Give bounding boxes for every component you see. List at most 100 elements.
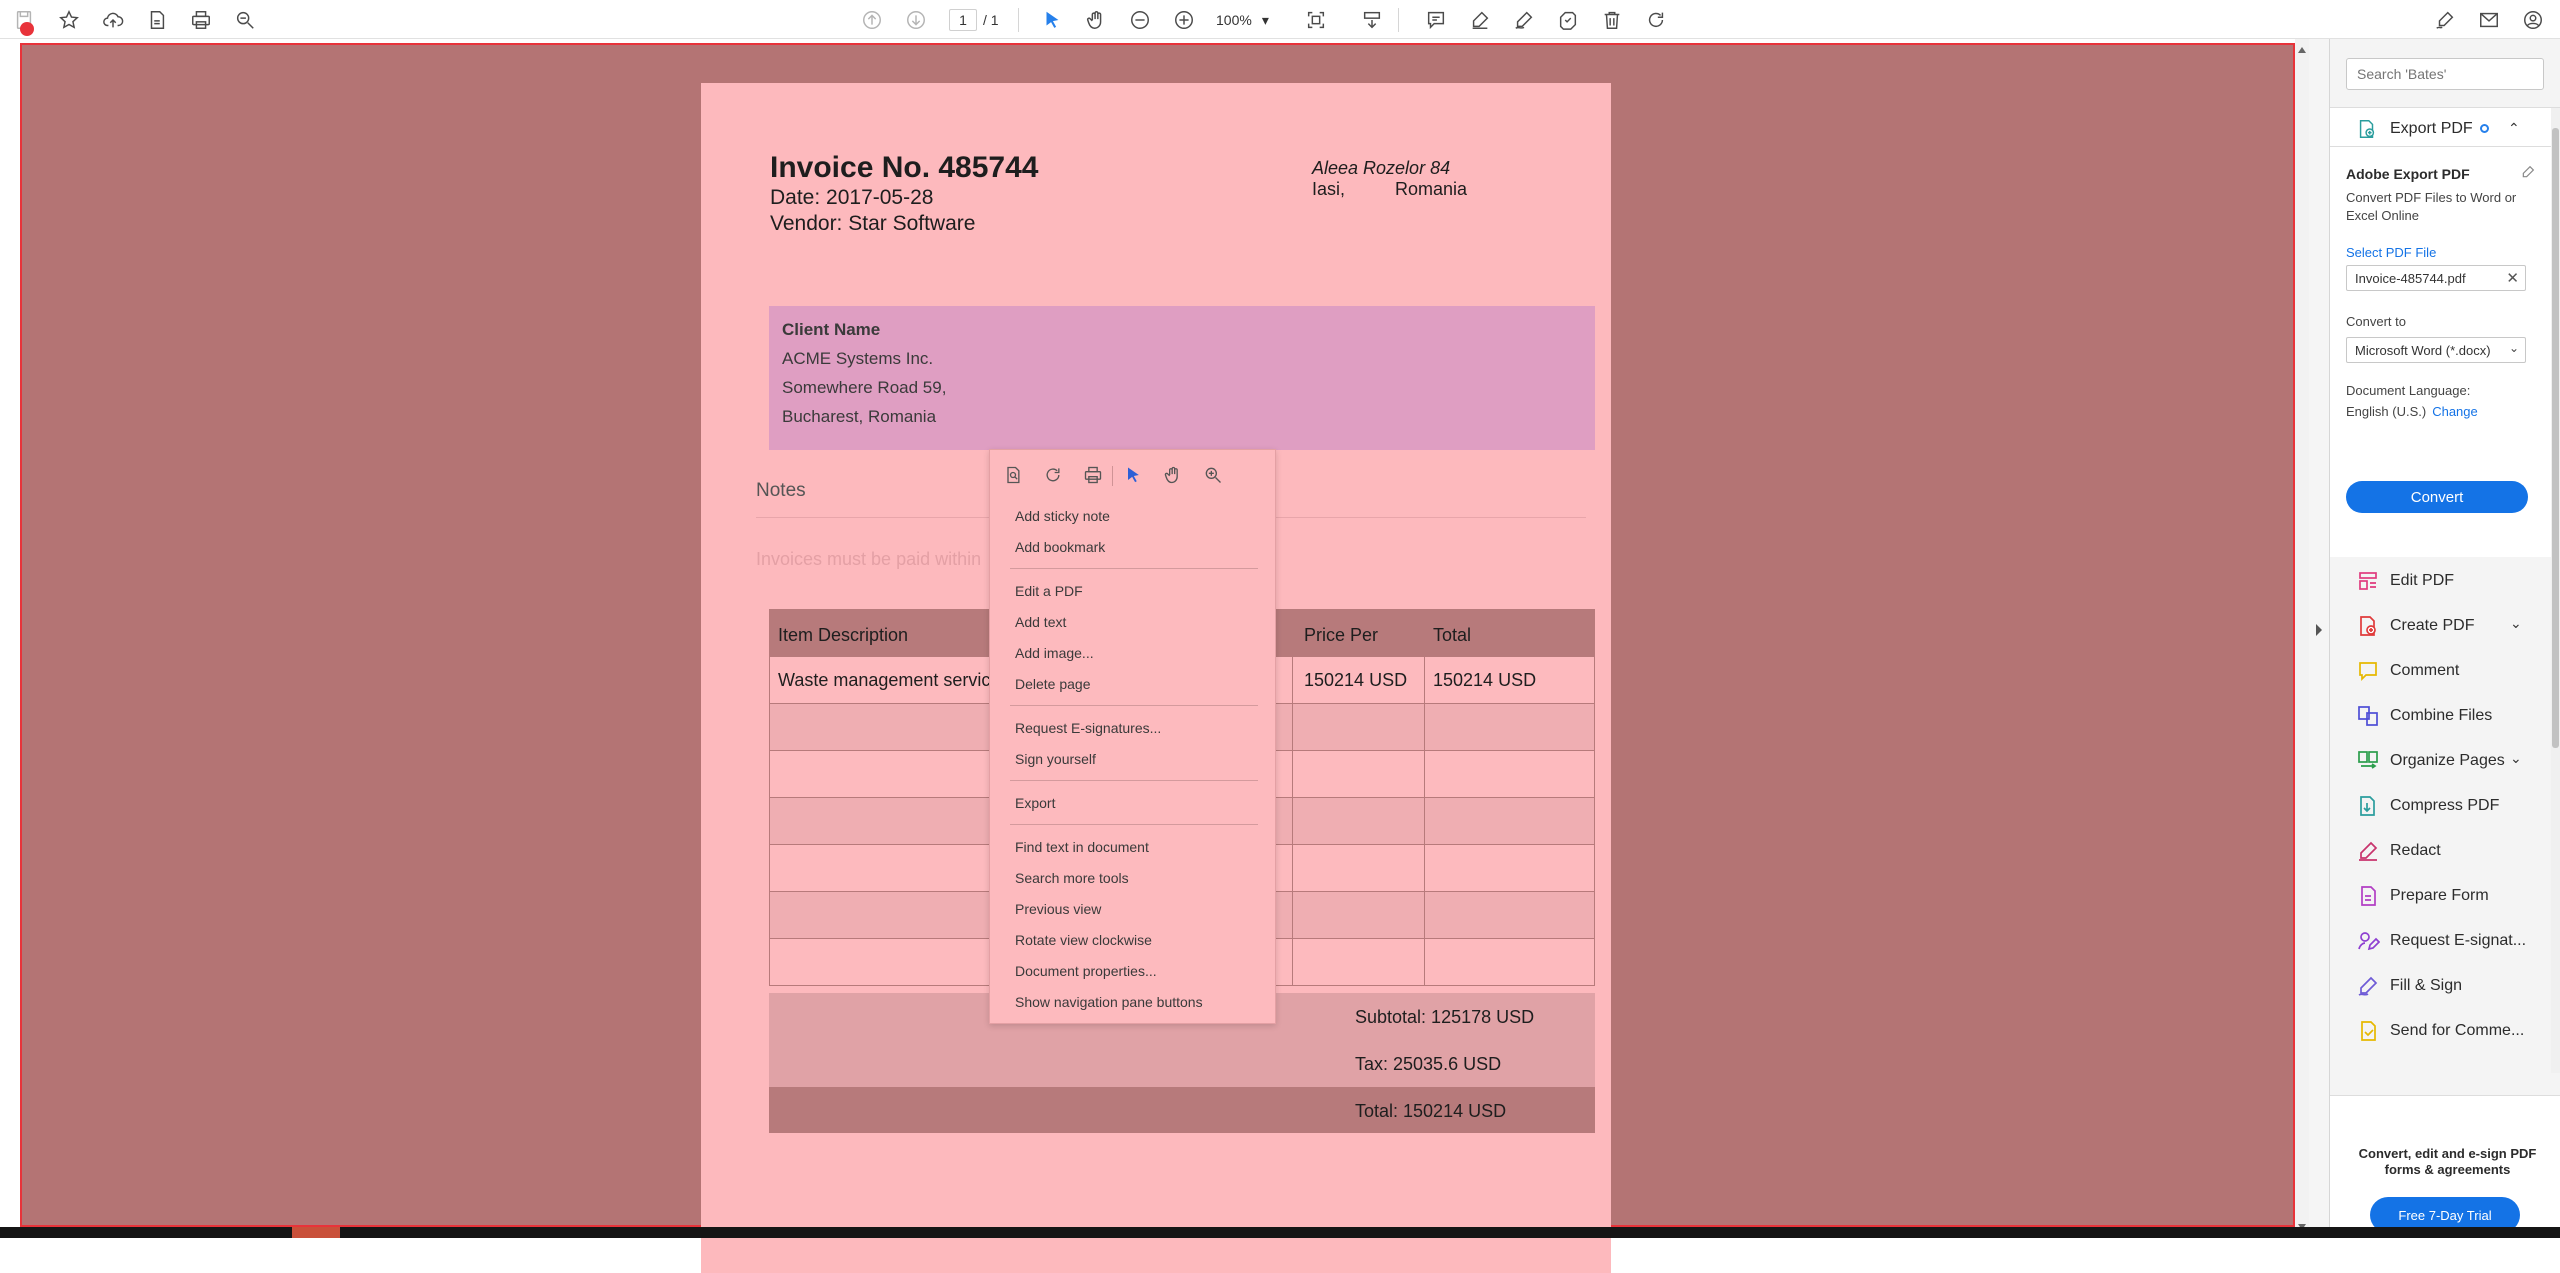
chevron-right-icon [2316, 624, 2322, 636]
tool-create-pdf[interactable]: Create PDF ⌄ [2330, 603, 2560, 648]
next-page-icon[interactable] [902, 6, 930, 34]
tax: Tax: 25035.6 USD [1355, 1054, 1502, 1074]
chevron-down-icon[interactable]: ⌄ [2510, 615, 2522, 632]
account-icon[interactable] [2519, 6, 2547, 34]
edit-icon[interactable] [2520, 164, 2536, 180]
scroll-up-icon[interactable] [2298, 47, 2306, 53]
zoom-out-icon[interactable] [1126, 6, 1154, 34]
tool-compress-pdf[interactable]: Compress PDF [2330, 783, 2560, 828]
tool-comment[interactable]: Comment [2330, 648, 2560, 693]
tool-label: Request E-signat... [2390, 932, 2527, 949]
document-language-value: English (U.S.) [2346, 404, 2427, 419]
zoom-select[interactable]: 100% ▾ [1212, 9, 1282, 31]
comment-icon[interactable] [1422, 6, 1450, 34]
page-icon[interactable] [1000, 462, 1026, 488]
change-language-link[interactable]: Change [2432, 404, 2478, 419]
hand-icon[interactable] [1082, 6, 1110, 34]
close-icon[interactable]: ✕ [2506, 269, 2519, 287]
mail-icon[interactable] [2475, 6, 2503, 34]
divider [1018, 8, 1019, 32]
taskbar-active-app[interactable] [292, 1227, 340, 1238]
tool-send-for-comments[interactable]: Send for Comme... [2330, 1008, 2560, 1053]
export-pdf-header[interactable]: Export PDF ⌃ [2330, 107, 2560, 147]
chevron-up-icon[interactable]: ⌃ [2508, 120, 2520, 137]
zoom-in-icon[interactable] [1200, 462, 1226, 488]
context-menu: Add sticky note Add bookmark Edit a PDF … [989, 449, 1276, 1024]
convert-to-select[interactable]: Microsoft Word (*.docx) ⌄ [2346, 337, 2526, 363]
document-scrollbar[interactable] [2295, 39, 2309, 1238]
select-pdf-file-link[interactable]: Select PDF File [2346, 245, 2436, 260]
tool-combine-files[interactable]: Combine Files [2330, 693, 2560, 738]
tool-edit-pdf[interactable]: Edit PDF [2330, 558, 2560, 603]
highlight-icon[interactable] [1466, 6, 1494, 34]
grand-total-box: Total: 150214 USD [769, 1087, 1595, 1133]
menu-item-rotate-view[interactable]: Rotate view clockwise [1015, 932, 1152, 948]
scroll-mode-icon[interactable] [1358, 6, 1386, 34]
menu-item-document-properties[interactable]: Document properties... [1015, 963, 1157, 979]
rotate-icon[interactable] [1642, 6, 1670, 34]
invoice-date: Date: 2017-05-28 [770, 186, 934, 209]
menu-item-edit-pdf[interactable]: Edit a PDF [1015, 583, 1083, 599]
tool-redact[interactable]: Redact [2330, 828, 2560, 873]
print-icon[interactable] [1080, 462, 1106, 488]
client-city: Bucharest, Romania [782, 407, 937, 426]
stamp-icon[interactable] [1554, 6, 1582, 34]
menu-item-previous-view[interactable]: Previous view [1015, 901, 1101, 917]
item-price: 150214 USD [1304, 670, 1408, 690]
convert-button[interactable]: Convert [2346, 481, 2528, 513]
zoom-value: 100% [1216, 12, 1252, 28]
client-box: Client Name ACME Systems Inc. Somewhere … [769, 306, 1595, 450]
menu-item-delete-page[interactable]: Delete page [1015, 676, 1091, 692]
menu-item-find-text[interactable]: Find text in document [1015, 839, 1149, 855]
select-cursor-icon[interactable] [1038, 6, 1066, 34]
tool-prepare-form[interactable]: Prepare Form [2330, 873, 2560, 918]
scrollbar-thumb[interactable] [2552, 128, 2559, 748]
star-icon[interactable] [55, 6, 83, 34]
tool-request-esignatures[interactable]: Request E-signat... [2330, 918, 2560, 963]
redact-icon [2359, 841, 2378, 861]
tools-pane-scrollbar[interactable] [2551, 108, 2560, 1073]
divider [1010, 780, 1258, 781]
menu-item-show-nav-pane[interactable]: Show navigation pane buttons [1015, 994, 1203, 1010]
divider [1112, 466, 1113, 486]
delete-icon[interactable] [1598, 6, 1626, 34]
edit-sign-icon[interactable] [2431, 6, 2459, 34]
menu-item-add-image[interactable]: Add image... [1015, 645, 1094, 661]
top-toolbar: 1 / 1 100% ▾ [0, 0, 2560, 39]
fit-page-icon[interactable] [1302, 6, 1330, 34]
menu-item-sign-yourself[interactable]: Sign yourself [1015, 751, 1096, 767]
right-pane-toggle[interactable] [2309, 39, 2329, 1238]
export-pdf-label: Export PDF [2390, 120, 2473, 137]
rotate-icon[interactable] [1040, 462, 1066, 488]
convert-to-value: Microsoft Word (*.docx) [2355, 343, 2491, 358]
menu-item-add-bookmark[interactable]: Add bookmark [1015, 539, 1105, 555]
sign-icon[interactable] [1510, 6, 1538, 34]
vendor-address-city: Iasi, Romania [1312, 179, 1467, 200]
client-street: Somewhere Road 59, [782, 378, 947, 397]
tool-fill-sign[interactable]: Fill & Sign [2330, 963, 2560, 1008]
menu-item-add-sticky-note[interactable]: Add sticky note [1015, 508, 1110, 524]
tool-organize-pages[interactable]: Organize Pages ⌄ [2330, 738, 2560, 783]
file-icon[interactable] [143, 6, 171, 34]
send-comment-icon [2361, 1021, 2376, 1041]
zoom-in-icon[interactable] [1170, 6, 1198, 34]
tools-search-input[interactable] [2346, 58, 2544, 90]
tool-label: Edit PDF [2390, 572, 2455, 589]
menu-item-export[interactable]: Export [1015, 795, 1055, 811]
create-pdf-icon [2360, 616, 2376, 636]
print-icon[interactable] [187, 6, 215, 34]
cloud-upload-icon[interactable] [99, 6, 127, 34]
zoom-search-icon[interactable] [231, 6, 259, 34]
header-item-description: Item Description [778, 625, 909, 645]
prev-page-icon[interactable] [858, 6, 886, 34]
select-cursor-icon[interactable] [1120, 462, 1146, 488]
menu-item-search-more-tools[interactable]: Search more tools [1015, 870, 1129, 886]
menu-item-request-esignatures[interactable]: Request E-signatures... [1015, 720, 1161, 736]
chevron-down-icon[interactable]: ⌄ [2510, 750, 2522, 767]
menu-item-add-text[interactable]: Add text [1015, 614, 1066, 630]
page-number-input[interactable]: 1 [949, 9, 977, 31]
selected-file-field[interactable]: Invoice-485744.pdf ✕ [2346, 265, 2526, 291]
hand-icon[interactable] [1160, 462, 1186, 488]
page-total: / 1 [983, 12, 999, 28]
header-price-per: Price Per [1304, 625, 1379, 645]
